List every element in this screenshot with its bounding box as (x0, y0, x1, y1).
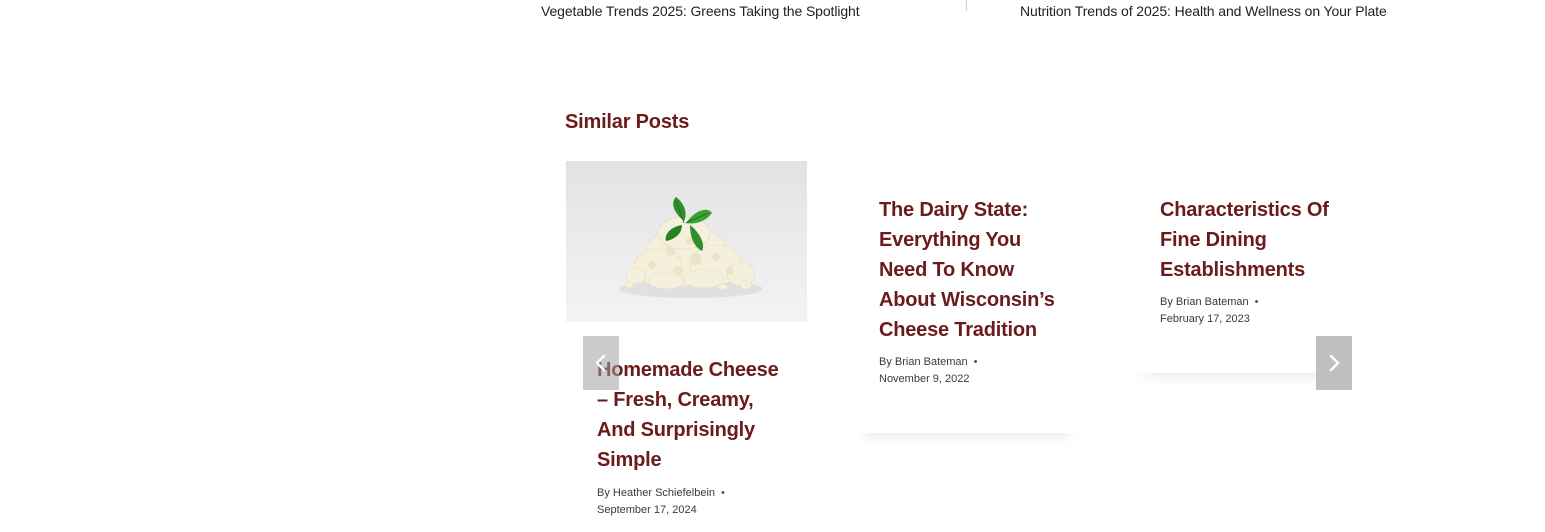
post-author[interactable]: By Brian Bateman (1160, 296, 1249, 308)
chevron-right-icon (1329, 354, 1340, 372)
similar-posts-heading: Similar Posts (565, 111, 690, 133)
carousel-next-button[interactable] (1316, 336, 1352, 390)
post-author[interactable]: By Heather Schiefelbein (597, 487, 715, 499)
page: Vegetable Trends 2025: Greens Taking the… (0, 0, 1545, 532)
cottage-cheese-illustration (619, 197, 763, 298)
carousel-prev-button[interactable] (583, 336, 619, 390)
similar-post-card: The Dairy State: Everything You Need To … (855, 161, 1080, 433)
post-meta: By Brian Bateman • February 17, 2023 (1160, 294, 1259, 328)
post-date: September 17, 2024 (597, 504, 697, 516)
previous-post-link[interactable]: Vegetable Trends 2025: Greens Taking the… (541, 3, 860, 19)
chevron-left-icon (595, 354, 606, 372)
post-navigation-divider (966, 0, 967, 11)
post-date: November 9, 2022 (879, 373, 970, 385)
meta-separator-dot: • (973, 356, 978, 368)
meta-separator-dot: • (721, 487, 725, 499)
post-author[interactable]: By Brian Bateman (879, 356, 968, 368)
post-date: February 17, 2023 (1160, 313, 1250, 325)
post-title-link[interactable]: Characteristics Of Fine Dining Establish… (1160, 195, 1345, 285)
post-title-link[interactable]: The Dairy State: Everything You Need To … (879, 195, 1064, 345)
post-meta: By Heather Schiefelbein • September 17, 2… (597, 485, 725, 519)
post-title-link[interactable]: Homemade Cheese – Fresh, Creamy, And Sur… (597, 355, 787, 475)
post-thumbnail-image[interactable] (566, 161, 807, 322)
post-navigation: Vegetable Trends 2025: Greens Taking the… (0, 0, 1545, 22)
meta-separator-dot: • (1254, 296, 1259, 308)
next-post-link[interactable]: Nutrition Trends of 2025: Health and Wel… (1020, 3, 1387, 19)
post-meta: By Brian Bateman • November 9, 2022 (879, 354, 978, 388)
